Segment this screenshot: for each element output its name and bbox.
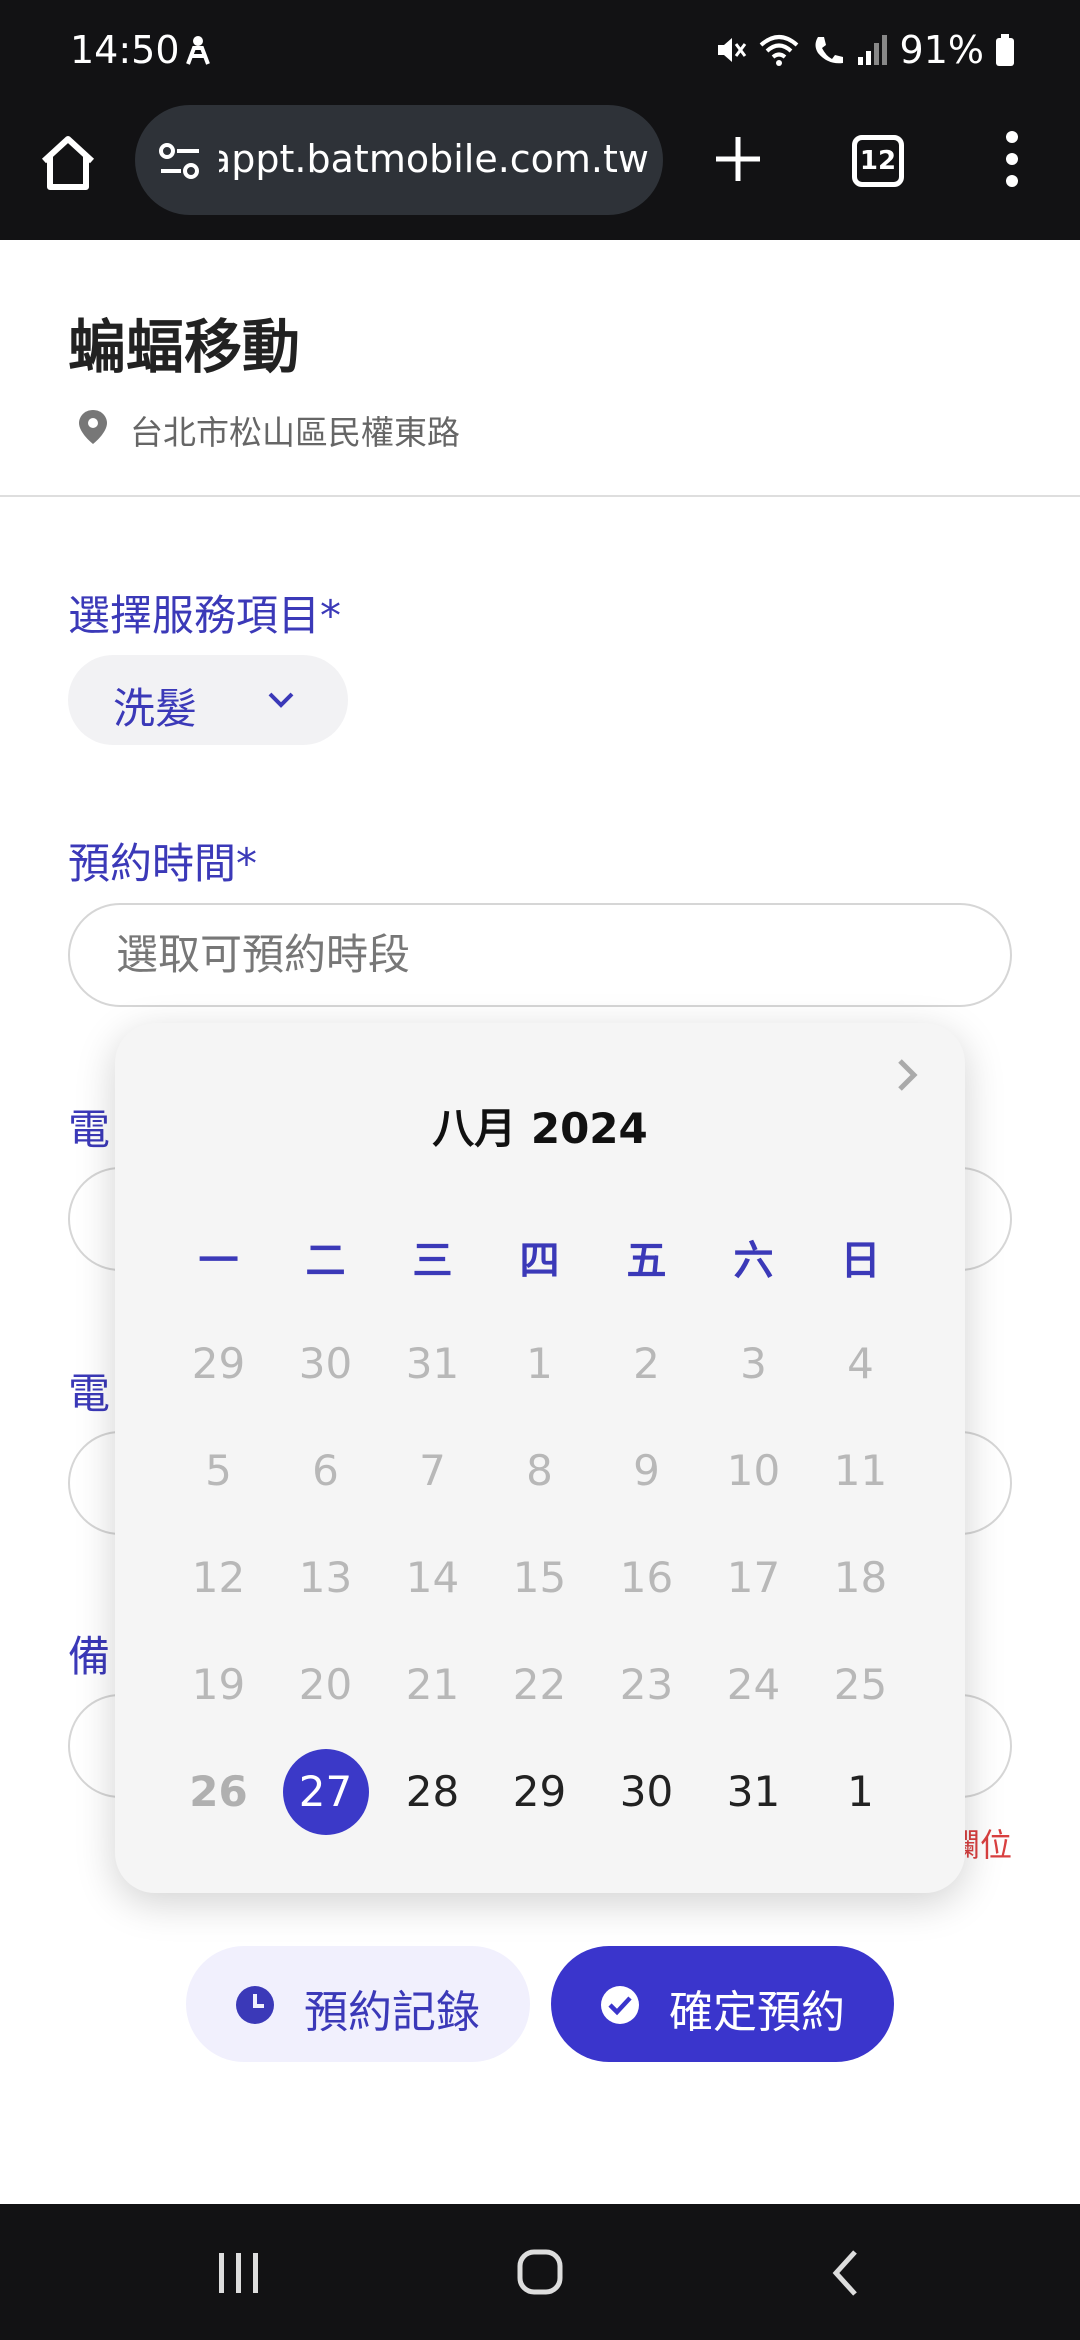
calendar-day: 31 <box>405 1339 460 1388</box>
accessibility-icon <box>186 36 210 65</box>
calendar-day: 10 <box>726 1446 781 1495</box>
status-icons: 91% <box>714 28 1016 72</box>
calendar-day: 25 <box>833 1660 888 1709</box>
more-menu-icon[interactable] <box>1000 129 1024 189</box>
notes-label: 備 <box>68 1632 111 1681</box>
calendar-day: 18 <box>833 1553 888 1602</box>
booking-history-label: 預約記錄 <box>304 1987 480 2038</box>
weekday-label: 四 <box>519 1237 560 1284</box>
confirm-booking-button[interactable]: 確定預約 <box>551 1946 894 2062</box>
calendar-day: 24 <box>726 1660 781 1709</box>
weekday-label: 二 <box>305 1237 346 1284</box>
calendar-day: 30 <box>298 1339 353 1388</box>
system-navigation-bar <box>0 2204 1080 2340</box>
browser-toolbar: appt.batmobile.com.tw 12 <box>0 105 1080 240</box>
phone-label: 電 <box>68 1105 111 1154</box>
calendar-day: 1 <box>526 1339 553 1388</box>
calendar-week-row: 26 27 28 29 30 31 1 <box>165 1738 915 1845</box>
weekday-label: 三 <box>412 1237 453 1284</box>
weekday-label: 一 <box>198 1237 239 1284</box>
calendar-day: 8 <box>526 1446 553 1495</box>
calendar-day[interactable]: 31 <box>700 1738 807 1845</box>
calendar-day: 19 <box>191 1660 246 1709</box>
calendar-day[interactable]: 30 <box>593 1738 700 1845</box>
calendar-day[interactable]: 27 <box>272 1738 379 1845</box>
home-nav-icon[interactable] <box>516 2248 564 2296</box>
time-label: 預約時間* <box>68 839 258 888</box>
status-bar: 14:50 91% <box>0 0 1080 105</box>
calendar-day[interactable]: 28 <box>379 1738 486 1845</box>
store-address: 台北市松山區民權東路 <box>130 413 460 452</box>
email-label: 電 <box>68 1369 111 1418</box>
store-header: 蝙蝠移動 台北市松山區民權東路 <box>0 240 1080 497</box>
booking-history-button[interactable]: 預約記錄 <box>186 1946 530 2062</box>
calendar-week-row: 5 6 7 8 9 10 11 <box>165 1417 915 1524</box>
calendar-day: 3 <box>740 1339 767 1388</box>
calendar-day: 17 <box>726 1553 781 1602</box>
calendar-day[interactable]: 1 <box>807 1738 914 1845</box>
signal-icon <box>857 35 887 65</box>
calendar-day: 16 <box>619 1553 674 1602</box>
service-selected-value: 洗髮 <box>113 684 198 733</box>
calendar-day: 22 <box>512 1660 567 1709</box>
back-icon[interactable] <box>830 2248 860 2298</box>
mute-icon <box>717 38 746 62</box>
calendar-day: 21 <box>405 1660 460 1709</box>
clock-icon <box>236 1986 274 2024</box>
confirm-booking-label: 確定預約 <box>669 1987 845 2038</box>
check-circle-icon <box>601 1986 639 2024</box>
tab-switcher-button[interactable]: 12 <box>852 135 904 187</box>
calendar-day: 20 <box>298 1660 353 1709</box>
calendar-week-row: 19 20 21 22 23 24 25 <box>165 1631 915 1738</box>
calendar-day: 14 <box>405 1553 460 1602</box>
weekday-label: 六 <box>733 1237 774 1284</box>
url-text: appt.batmobile.com.tw <box>219 137 649 181</box>
time-slot-input[interactable]: 選取可預約時段 <box>68 903 1012 1007</box>
calendar-day: 9 <box>633 1446 660 1495</box>
wifi-icon <box>759 35 798 66</box>
wifi-call-icon <box>815 37 843 64</box>
calendar-month-title: 八月 2024 <box>432 1104 648 1153</box>
calendar-day: 6 <box>312 1446 339 1495</box>
weekday-header-row: 一二三四五六日 <box>165 1203 915 1310</box>
status-time: 14:50 <box>70 28 180 72</box>
store-name: 蝙蝠移動 <box>68 313 301 381</box>
battery-percentage: 91% <box>899 28 984 72</box>
calendar-day: 29 <box>191 1339 246 1388</box>
new-tab-icon[interactable] <box>712 133 764 185</box>
calendar-day: 11 <box>833 1446 888 1495</box>
calendar-week-row: 29 30 31 1 2 3 4 <box>165 1310 915 1417</box>
calendar-day: 5 <box>205 1446 232 1495</box>
service-label: 選擇服務項目* <box>68 591 342 640</box>
weekday-label: 日 <box>840 1237 881 1284</box>
address-bar[interactable]: appt.batmobile.com.tw <box>135 105 663 215</box>
calendar-day: 4 <box>847 1339 874 1388</box>
calendar-day: 26 <box>189 1767 248 1816</box>
weekday-label: 五 <box>626 1237 667 1284</box>
calendar-day: 23 <box>619 1660 674 1709</box>
service-dropdown[interactable]: 洗髮 <box>68 655 348 745</box>
chevron-down-icon <box>268 692 294 708</box>
location-pin-icon <box>79 410 107 444</box>
selected-day-marker: 27 <box>282 1748 369 1835</box>
calendar-day: 13 <box>298 1553 353 1602</box>
calendar-day: 7 <box>419 1446 446 1495</box>
site-settings-icon[interactable] <box>157 141 203 181</box>
calendar-day: 15 <box>512 1553 567 1602</box>
date-picker-popup: 八月 2024 一二三四五六日 29 30 31 1 2 3 4 5 6 7 8 9 10 11 12 13 14… <box>115 1023 965 1893</box>
home-icon[interactable] <box>38 133 98 193</box>
calendar-day[interactable]: 29 <box>486 1738 593 1845</box>
calendar-week-row: 12 13 14 15 16 17 18 <box>165 1524 915 1631</box>
calendar-day: 12 <box>191 1553 246 1602</box>
battery-icon <box>996 34 1014 66</box>
recent-apps-icon[interactable] <box>215 2251 263 2295</box>
next-month-icon[interactable] <box>890 1055 924 1095</box>
calendar-day: 2 <box>633 1339 660 1388</box>
calendar-grid: 一二三四五六日 29 30 31 1 2 3 4 5 6 7 8 9 10 11 12 13 14 15 16 17 18… <box>165 1203 915 1845</box>
